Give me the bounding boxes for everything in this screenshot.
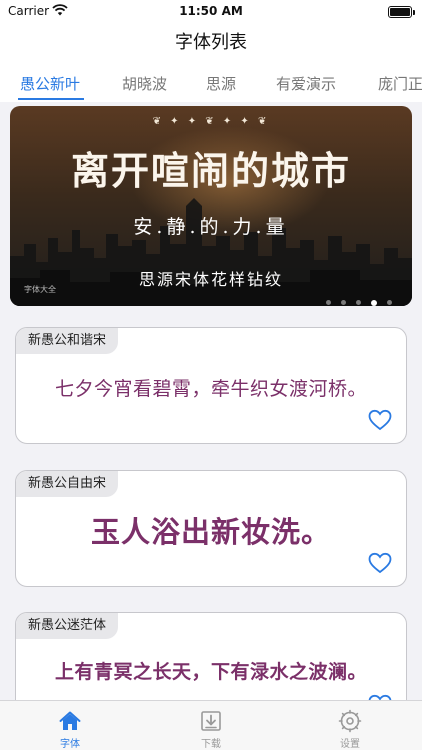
tab-font-label: 字体	[60, 739, 80, 750]
font-sample-text: 上有青冥之长天，下有渌水之波澜。	[54, 661, 367, 683]
battery-icon	[388, 6, 415, 18]
font-card[interactable]: 新愚公自由宋 玉人浴出新妆洗。	[15, 470, 407, 587]
font-sample-text: 玉人浴出新妆洗。	[90, 515, 331, 549]
banner-headline: 离开喧闹的城市	[70, 148, 351, 193]
banner-subline: 安.静.的.力.量	[133, 216, 289, 238]
active-tab-indicator	[18, 98, 84, 100]
tab-settings-label: 设置	[340, 739, 360, 750]
font-name-label: 新愚公迷茫体	[16, 613, 119, 639]
page-indicator[interactable]	[321, 292, 392, 306]
page-dot[interactable]	[325, 300, 331, 305]
banner-carousel[interactable]: ❦ ✦ ✦ ❦ ✦ ✦ ❦ 离开喧闹的城市 安.静.的.力.量 思源宋体花样钻纹…	[10, 106, 412, 306]
page-dot[interactable]	[387, 300, 392, 305]
settings-icon	[338, 709, 362, 733]
nav-title: 字体列表	[0, 24, 422, 64]
tab-settings[interactable]: 设置	[320, 709, 380, 750]
download-icon	[201, 711, 221, 731]
bottom-tab-bar: 字体 下载 设置	[0, 700, 422, 750]
home-icon	[59, 711, 81, 730]
status-bar: Carrier 11:50 AM	[0, 0, 422, 24]
tab-download[interactable]: 下载	[181, 709, 241, 750]
heart-icon[interactable]	[368, 552, 392, 574]
tab-category[interactable]: 有爱演示	[276, 73, 336, 94]
ornament-divider: ❦ ✦ ✦ ❦ ✦ ✦ ❦	[152, 116, 270, 127]
tab-category[interactable]: 思源	[206, 73, 236, 94]
font-name-label: 新愚公自由宋	[16, 471, 119, 497]
font-sample-text: 七夕今宵看碧霄，牵牛织女渡河桥。	[54, 378, 367, 400]
banner-watermark: 字体大全	[24, 285, 56, 294]
font-card[interactable]: 新愚公和谐宋 七夕今宵看碧霄，牵牛织女渡河桥。	[15, 327, 407, 444]
clock: 11:50 AM	[179, 4, 243, 18]
tab-category[interactable]: 庞门正	[378, 73, 422, 94]
tab-download-label: 下载	[201, 739, 221, 750]
page-dot[interactable]	[355, 300, 361, 305]
page-dot[interactable]	[340, 300, 346, 305]
tab-category[interactable]: 愚公新叶	[20, 73, 80, 94]
font-name-label: 新愚公和谐宋	[16, 328, 119, 354]
tab-font[interactable]: 字体	[40, 709, 100, 750]
banner-font-name: 思源宋体花样钻纹	[138, 270, 283, 289]
category-tabs: 愚公新叶 胡晓波 思源 有爱演示 庞门正	[0, 64, 422, 102]
tab-category[interactable]: 胡晓波	[122, 73, 167, 94]
page-dot-active[interactable]	[370, 299, 377, 306]
heart-icon[interactable]	[368, 409, 392, 431]
